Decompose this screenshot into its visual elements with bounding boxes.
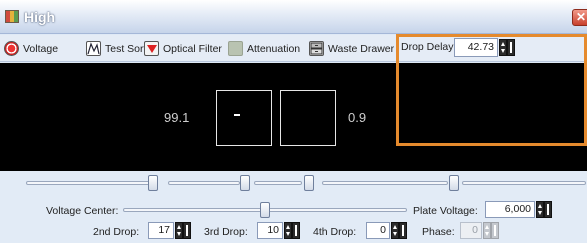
test-sort-icon: [86, 41, 101, 56]
test-sort-label: Test Sort: [105, 42, 147, 55]
phase-stepper[interactable]: [483, 222, 499, 239]
sort-window: High ✕ Voltage Test Sort Optical Filter …: [0, 0, 587, 243]
app-icon: [5, 10, 19, 23]
phase-input[interactable]: 0: [460, 222, 482, 239]
stepper-bar-icon[interactable]: [544, 201, 552, 218]
stepper-bar-icon[interactable]: [292, 222, 300, 239]
right-stream-slider-track[interactable]: [322, 181, 448, 185]
drop2-label: 2nd Drop:: [93, 226, 140, 238]
stepper-arrows-icon[interactable]: [536, 201, 544, 218]
stepper-bar-icon[interactable]: [507, 39, 515, 56]
waste-drawer-button[interactable]: Waste Drawer: [309, 40, 394, 57]
close-button[interactable]: ✕: [572, 9, 587, 26]
stepper-bar-icon[interactable]: [399, 222, 407, 239]
drop-delay-input[interactable]: 42.73: [454, 38, 498, 57]
plate-voltage-label: Plate Voltage:: [413, 205, 478, 217]
stepper-arrows-icon[interactable]: [483, 222, 491, 239]
plate-voltage-stepper[interactable]: [536, 201, 552, 218]
attenuation-button[interactable]: Attenuation: [228, 40, 300, 57]
plate-voltage-input[interactable]: 6,000: [485, 201, 535, 218]
left-stream-slider-track[interactable]: [26, 181, 152, 185]
left-stream-box: [216, 90, 272, 146]
title-bar[interactable]: High ✕: [0, 0, 587, 34]
far-right-stream-slider-track[interactable]: [462, 181, 586, 185]
voltage-icon: [4, 41, 19, 56]
stepper-arrows-icon[interactable]: [391, 222, 399, 239]
stepper-arrows-icon[interactable]: [175, 222, 183, 239]
center-stream-slider-thumb[interactable]: [240, 175, 250, 191]
drop4-label: 4th Drop:: [313, 226, 357, 238]
voltage-center-label: Voltage Center:: [46, 205, 119, 217]
drop3-input[interactable]: 10: [257, 222, 283, 239]
right-stream-slider-thumb[interactable]: [304, 175, 314, 191]
center-stream-slider-track[interactable]: [168, 181, 240, 185]
right-stream-box: [280, 90, 336, 146]
voltage-button[interactable]: Voltage: [4, 40, 58, 57]
waste-drawer-icon: [309, 41, 324, 56]
right-stream-value: 0.9: [348, 110, 367, 125]
window-title: High: [24, 9, 56, 25]
center-right-stream-slider-track[interactable]: [254, 181, 302, 185]
test-sort-button[interactable]: Test Sort: [86, 40, 146, 57]
drop-delay-label: Drop Delay:: [401, 41, 457, 53]
stepper-arrows-icon[interactable]: [284, 222, 292, 239]
drop3-stepper[interactable]: [284, 222, 300, 239]
optical-filter-label: Optical Filter: [163, 42, 222, 55]
stepper-arrows-icon[interactable]: [499, 39, 507, 56]
voltage-center-slider-thumb[interactable]: [260, 202, 270, 218]
attenuation-icon: [228, 41, 243, 56]
stream-speck: [234, 114, 240, 116]
left-stream-slider-thumb[interactable]: [148, 175, 158, 191]
drop2-input[interactable]: 17: [148, 222, 174, 239]
far-right-stream-slider-thumb[interactable]: [449, 175, 459, 191]
drop-delay-stepper[interactable]: [499, 39, 515, 56]
left-stream-value: 99.1: [164, 110, 190, 125]
voltage-label: Voltage: [23, 42, 59, 55]
attenuation-label: Attenuation: [247, 42, 301, 55]
optical-filter-icon: [144, 41, 159, 56]
optical-filter-button[interactable]: Optical Filter: [144, 40, 222, 57]
stepper-bar-icon[interactable]: [183, 222, 191, 239]
stepper-bar-icon[interactable]: [491, 222, 499, 239]
drop3-label: 3rd Drop:: [204, 226, 248, 238]
drop4-input[interactable]: 0: [366, 222, 390, 239]
waste-drawer-label: Waste Drawer: [328, 42, 395, 55]
phase-label: Phase:: [422, 226, 455, 238]
drop4-stepper[interactable]: [391, 222, 407, 239]
drop2-stepper[interactable]: [175, 222, 191, 239]
